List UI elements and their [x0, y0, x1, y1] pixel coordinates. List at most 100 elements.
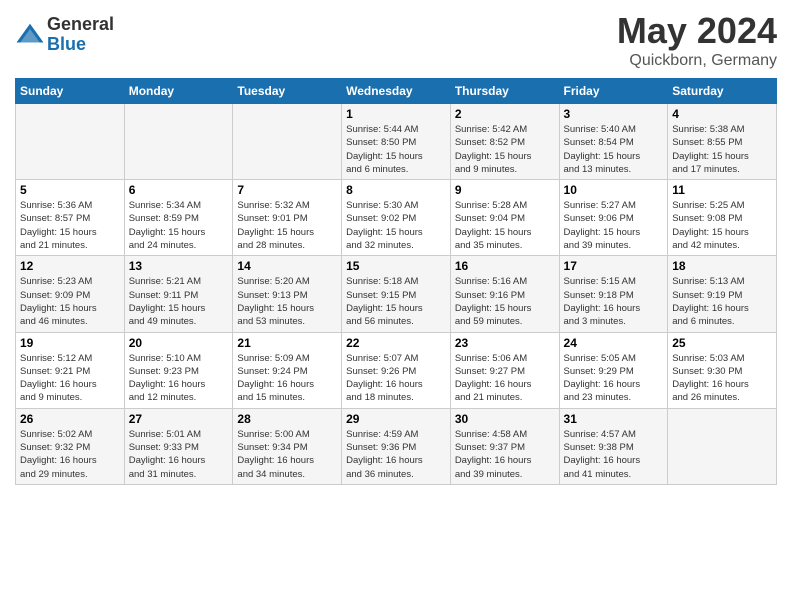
day-info: Sunrise: 5:32 AM Sunset: 9:01 PM Dayligh…: [237, 199, 337, 252]
day-number: 6: [129, 183, 229, 197]
day-info: Sunrise: 5:28 AM Sunset: 9:04 PM Dayligh…: [455, 199, 555, 252]
day-info: Sunrise: 5:16 AM Sunset: 9:16 PM Dayligh…: [455, 275, 555, 328]
weekday-header-sunday: Sunday: [16, 79, 125, 104]
day-number: 24: [564, 336, 664, 350]
day-info: Sunrise: 5:38 AM Sunset: 8:55 PM Dayligh…: [672, 123, 772, 176]
calendar-cell: 30 Sunrise: 4:58 AM Sunset: 9:37 PM Dayli…: [450, 408, 559, 484]
calendar-cell: 28 Sunrise: 5:00 AM Sunset: 9:34 PM Dayli…: [233, 408, 342, 484]
day-info: Sunrise: 5:07 AM Sunset: 9:26 PM Dayligh…: [346, 352, 446, 405]
day-number: 10: [564, 183, 664, 197]
logo-general-text: General: [47, 15, 114, 35]
calendar-cell: 18 Sunrise: 5:13 AM Sunset: 9:19 PM Dayli…: [668, 256, 777, 332]
day-number: 17: [564, 259, 664, 273]
day-number: 22: [346, 336, 446, 350]
month-title: May 2024: [617, 10, 777, 52]
day-info: Sunrise: 5:02 AM Sunset: 9:32 PM Dayligh…: [20, 428, 120, 481]
day-info: Sunrise: 5:27 AM Sunset: 9:06 PM Dayligh…: [564, 199, 664, 252]
calendar-cell: [124, 104, 233, 180]
weekday-header-monday: Monday: [124, 79, 233, 104]
day-number: 11: [672, 183, 772, 197]
day-number: 13: [129, 259, 229, 273]
calendar-cell: 2Sunrise: 5:42 AM Sunset: 8:52 PM Daylig…: [450, 104, 559, 180]
weekday-row: SundayMondayTuesdayWednesdayThursdayFrid…: [16, 79, 777, 104]
day-info: Sunrise: 5:01 AM Sunset: 9:33 PM Dayligh…: [129, 428, 229, 481]
calendar-cell: 10 Sunrise: 5:27 AM Sunset: 9:06 PM Dayli…: [559, 180, 668, 256]
day-number: 21: [237, 336, 337, 350]
day-info: Sunrise: 5:25 AM Sunset: 9:08 PM Dayligh…: [672, 199, 772, 252]
calendar-cell: [668, 408, 777, 484]
day-info: Sunrise: 5:12 AM Sunset: 9:21 PM Dayligh…: [20, 352, 120, 405]
calendar-cell: 16 Sunrise: 5:16 AM Sunset: 9:16 PM Dayli…: [450, 256, 559, 332]
day-number: 3: [564, 107, 664, 121]
day-number: 20: [129, 336, 229, 350]
logo-icon: [15, 20, 45, 50]
day-number: 2: [455, 107, 555, 121]
calendar-cell: 6 Sunrise: 5:34 AM Sunset: 8:59 PM Daylig…: [124, 180, 233, 256]
day-number: 7: [237, 183, 337, 197]
calendar-cell: 3 Sunrise: 5:40 AM Sunset: 8:54 PM Daylig…: [559, 104, 668, 180]
day-info: Sunrise: 5:40 AM Sunset: 8:54 PM Dayligh…: [564, 123, 664, 176]
day-number: 25: [672, 336, 772, 350]
day-info: Sunrise: 5:18 AM Sunset: 9:15 PM Dayligh…: [346, 275, 446, 328]
week-row-1: 1 Sunrise: 5:44 AM Sunset: 8:50 PM Daylig…: [16, 104, 777, 180]
day-info: Sunrise: 5:13 AM Sunset: 9:19 PM Dayligh…: [672, 275, 772, 328]
day-number: 14: [237, 259, 337, 273]
day-info: Sunrise: 4:58 AM Sunset: 9:37 PM Dayligh…: [455, 428, 555, 481]
calendar-cell: 7 Sunrise: 5:32 AM Sunset: 9:01 PM Daylig…: [233, 180, 342, 256]
day-number: 8: [346, 183, 446, 197]
logo-blue-text: Blue: [47, 35, 114, 55]
day-info: Sunrise: 5:06 AM Sunset: 9:27 PM Dayligh…: [455, 352, 555, 405]
calendar-cell: 21 Sunrise: 5:09 AM Sunset: 9:24 PM Dayli…: [233, 332, 342, 408]
day-number: 9: [455, 183, 555, 197]
calendar-cell: 25 Sunrise: 5:03 AM Sunset: 9:30 PM Dayli…: [668, 332, 777, 408]
day-info: Sunrise: 4:59 AM Sunset: 9:36 PM Dayligh…: [346, 428, 446, 481]
calendar-cell: 23Sunrise: 5:06 AM Sunset: 9:27 PM Dayli…: [450, 332, 559, 408]
day-number: 18: [672, 259, 772, 273]
calendar-cell: 11 Sunrise: 5:25 AM Sunset: 9:08 PM Dayli…: [668, 180, 777, 256]
day-info: Sunrise: 5:05 AM Sunset: 9:29 PM Dayligh…: [564, 352, 664, 405]
day-info: Sunrise: 5:44 AM Sunset: 8:50 PM Dayligh…: [346, 123, 446, 176]
week-row-2: 5Sunrise: 5:36 AM Sunset: 8:57 PM Daylig…: [16, 180, 777, 256]
day-number: 1: [346, 107, 446, 121]
calendar-cell: 24 Sunrise: 5:05 AM Sunset: 9:29 PM Dayli…: [559, 332, 668, 408]
location-title: Quickborn, Germany: [617, 52, 777, 70]
day-info: Sunrise: 5:03 AM Sunset: 9:30 PM Dayligh…: [672, 352, 772, 405]
weekday-header-friday: Friday: [559, 79, 668, 104]
day-number: 19: [20, 336, 120, 350]
weekday-header-tuesday: Tuesday: [233, 79, 342, 104]
calendar-cell: 31 Sunrise: 4:57 AM Sunset: 9:38 PM Dayli…: [559, 408, 668, 484]
day-number: 30: [455, 412, 555, 426]
day-info: Sunrise: 4:57 AM Sunset: 9:38 PM Dayligh…: [564, 428, 664, 481]
calendar-cell: [233, 104, 342, 180]
calendar-cell: 19 Sunrise: 5:12 AM Sunset: 9:21 PM Dayli…: [16, 332, 125, 408]
day-number: 15: [346, 259, 446, 273]
day-number: 28: [237, 412, 337, 426]
calendar-cell: 27 Sunrise: 5:01 AM Sunset: 9:33 PM Dayli…: [124, 408, 233, 484]
calendar-cell: 22 Sunrise: 5:07 AM Sunset: 9:26 PM Dayli…: [342, 332, 451, 408]
calendar-cell: 26Sunrise: 5:02 AM Sunset: 9:32 PM Dayli…: [16, 408, 125, 484]
calendar-cell: [16, 104, 125, 180]
day-info: Sunrise: 5:34 AM Sunset: 8:59 PM Dayligh…: [129, 199, 229, 252]
week-row-5: 26Sunrise: 5:02 AM Sunset: 9:32 PM Dayli…: [16, 408, 777, 484]
day-number: 12: [20, 259, 120, 273]
title-block: May 2024 Quickborn, Germany: [617, 10, 777, 70]
calendar-cell: 1 Sunrise: 5:44 AM Sunset: 8:50 PM Daylig…: [342, 104, 451, 180]
week-row-4: 19 Sunrise: 5:12 AM Sunset: 9:21 PM Dayli…: [16, 332, 777, 408]
day-info: Sunrise: 5:10 AM Sunset: 9:23 PM Dayligh…: [129, 352, 229, 405]
calendar-cell: 13Sunrise: 5:21 AM Sunset: 9:11 PM Dayli…: [124, 256, 233, 332]
calendar-header: SundayMondayTuesdayWednesdayThursdayFrid…: [16, 79, 777, 104]
week-row-3: 12Sunrise: 5:23 AM Sunset: 9:09 PM Dayli…: [16, 256, 777, 332]
day-number: 27: [129, 412, 229, 426]
calendar-cell: 15 Sunrise: 5:18 AM Sunset: 9:15 PM Dayli…: [342, 256, 451, 332]
day-info: Sunrise: 5:30 AM Sunset: 9:02 PM Dayligh…: [346, 199, 446, 252]
calendar-cell: 20 Sunrise: 5:10 AM Sunset: 9:23 PM Dayli…: [124, 332, 233, 408]
day-number: 31: [564, 412, 664, 426]
day-info: Sunrise: 5:09 AM Sunset: 9:24 PM Dayligh…: [237, 352, 337, 405]
calendar-cell: 29Sunrise: 4:59 AM Sunset: 9:36 PM Dayli…: [342, 408, 451, 484]
calendar-cell: 12Sunrise: 5:23 AM Sunset: 9:09 PM Dayli…: [16, 256, 125, 332]
page-header: General Blue May 2024 Quickborn, Germany: [15, 10, 777, 70]
weekday-header-wednesday: Wednesday: [342, 79, 451, 104]
day-number: 5: [20, 183, 120, 197]
day-number: 16: [455, 259, 555, 273]
day-info: Sunrise: 5:00 AM Sunset: 9:34 PM Dayligh…: [237, 428, 337, 481]
